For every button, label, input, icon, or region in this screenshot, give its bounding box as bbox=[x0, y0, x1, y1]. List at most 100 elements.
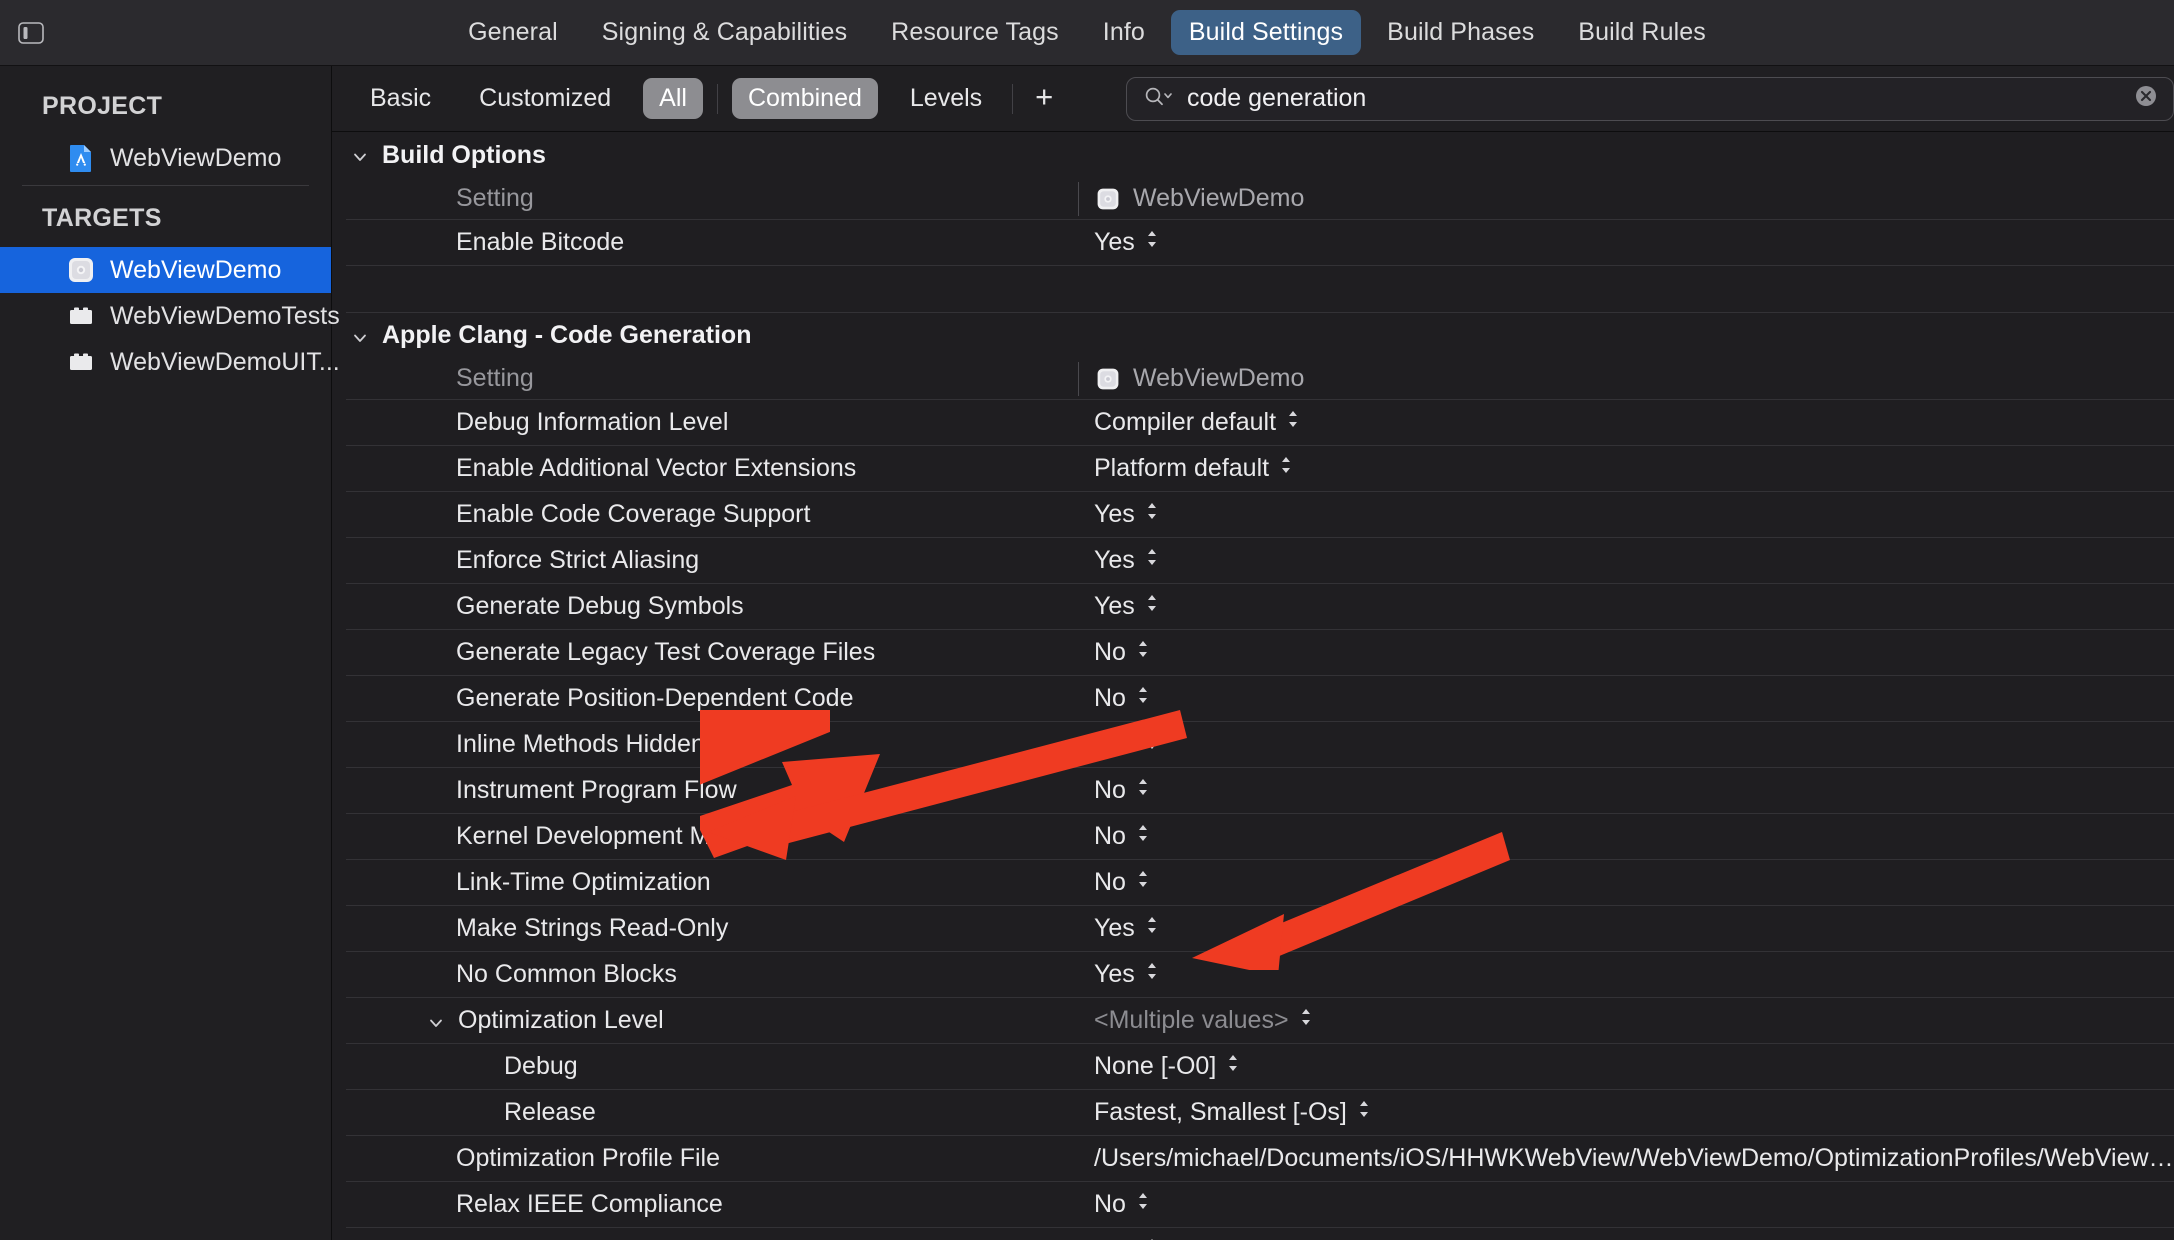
popup-stepper-icon[interactable] bbox=[1136, 776, 1150, 805]
section-header-apple-clang-code-generation[interactable]: Apple Clang - Code Generation bbox=[346, 312, 2174, 358]
app-target-icon bbox=[1095, 366, 1121, 392]
setting-value-cell[interactable]: No bbox=[1078, 868, 2174, 897]
setting-name-cell: Link-Time Optimization bbox=[456, 868, 711, 896]
popup-stepper-icon[interactable] bbox=[1286, 408, 1300, 437]
setting-value-cell[interactable]: None [-O0] bbox=[1078, 1052, 2174, 1081]
setting-value-cell[interactable]: Fastest, Smallest [-Os] bbox=[1078, 1098, 2174, 1127]
chevron-down-icon[interactable] bbox=[350, 326, 370, 346]
table-row[interactable]: Release Fastest, Smallest [-Os] bbox=[346, 1090, 2174, 1136]
tab-resource-tags[interactable]: Resource Tags bbox=[873, 10, 1077, 55]
table-row[interactable]: Enforce Strict Aliasing Yes bbox=[346, 538, 2174, 584]
setting-value-cell[interactable]: <Multiple values> bbox=[1078, 1006, 2174, 1035]
table-row[interactable]: Enable Bitcode Yes bbox=[346, 220, 2174, 266]
table-row[interactable]: Enable Additional Vector Extensions Platf… bbox=[346, 446, 2174, 492]
chevron-down-icon[interactable] bbox=[350, 145, 370, 165]
table-row[interactable]: Debug None [-O0] bbox=[346, 1044, 2174, 1090]
popup-stepper-icon[interactable] bbox=[1357, 1098, 1371, 1127]
popup-stepper-icon[interactable] bbox=[1145, 914, 1159, 943]
table-row[interactable]: Enable Code Coverage Support Yes bbox=[346, 492, 2174, 538]
setting-value-cell[interactable]: Yes bbox=[1078, 914, 2174, 943]
popup-stepper-icon[interactable] bbox=[1145, 592, 1159, 621]
setting-value-cell[interactable]: Yes bbox=[1078, 730, 2174, 759]
popup-stepper-icon[interactable] bbox=[1299, 1006, 1313, 1035]
setting-value-label: No bbox=[1094, 822, 1126, 850]
column-header-row: Setting WebViewDemo bbox=[346, 178, 2174, 220]
sidebar-item-target-webviewdemouitests[interactable]: WebViewDemoUIT... bbox=[0, 339, 340, 385]
popup-stepper-icon[interactable] bbox=[1145, 1236, 1159, 1240]
column-header-target: WebViewDemo bbox=[1079, 184, 2174, 213]
setting-value-cell[interactable]: No bbox=[1078, 776, 2174, 805]
chevron-down-icon[interactable] bbox=[426, 1011, 446, 1031]
popup-stepper-icon[interactable] bbox=[1145, 546, 1159, 575]
tab-general[interactable]: General bbox=[450, 10, 576, 55]
filter-combined-button[interactable]: Combined bbox=[731, 78, 878, 119]
table-row[interactable]: Make Strings Read-Only Yes bbox=[346, 906, 2174, 952]
sidebar-item-target-webviewdemotests[interactable]: WebViewDemoTests bbox=[0, 293, 340, 339]
popup-stepper-icon[interactable] bbox=[1136, 684, 1150, 713]
popup-stepper-icon[interactable] bbox=[1145, 960, 1159, 989]
setting-value-cell[interactable]: Yes bbox=[1078, 592, 2174, 621]
filter-basic-button[interactable]: Basic bbox=[354, 78, 447, 119]
table-row[interactable]: Statics are Thread-Safe Yes bbox=[346, 1228, 2174, 1240]
setting-value-cell[interactable]: /Users/michael/Documents/iOS/HHWKWebView… bbox=[1078, 1144, 2174, 1173]
setting-value-cell[interactable]: Yes bbox=[1078, 546, 2174, 575]
setting-name-cell: Enable Code Coverage Support bbox=[456, 500, 811, 528]
popup-stepper-icon[interactable] bbox=[1136, 1190, 1150, 1219]
table-row[interactable]: Inline Methods Hidden Yes bbox=[346, 722, 2174, 768]
table-row[interactable]: Debug Information Level Compiler default bbox=[346, 400, 2174, 446]
tab-build-rules[interactable]: Build Rules bbox=[1560, 10, 1724, 55]
popup-stepper-icon[interactable] bbox=[1145, 228, 1159, 257]
setting-value-cell[interactable]: No bbox=[1078, 638, 2174, 667]
tab-info[interactable]: Info bbox=[1085, 10, 1163, 55]
sidebar-item-project-webviewdemo[interactable]: WebViewDemo bbox=[0, 135, 331, 181]
tab-signing-capabilities[interactable]: Signing & Capabilities bbox=[584, 10, 865, 55]
app-target-icon bbox=[1095, 186, 1121, 212]
filter-divider bbox=[1012, 83, 1014, 114]
setting-value[interactable]: Yes bbox=[1078, 228, 2174, 257]
setting-value-cell[interactable]: Yes bbox=[1078, 960, 2174, 989]
setting-value-cell[interactable]: Platform default bbox=[1078, 454, 2174, 483]
table-row[interactable]: No Common Blocks Yes bbox=[346, 952, 2174, 998]
setting-value-cell[interactable]: Compiler default bbox=[1078, 408, 2174, 437]
filter-customized-button[interactable]: Customized bbox=[463, 78, 627, 119]
tab-build-phases[interactable]: Build Phases bbox=[1369, 10, 1552, 55]
table-row[interactable]: Generate Position-Dependent Code No bbox=[346, 676, 2174, 722]
popup-stepper-icon[interactable] bbox=[1279, 454, 1293, 483]
filter-all-button[interactable]: All bbox=[643, 78, 703, 119]
section-header-build-options[interactable]: Build Options bbox=[346, 132, 2174, 178]
popup-stepper-icon[interactable] bbox=[1136, 638, 1150, 667]
search-field[interactable] bbox=[1126, 76, 2174, 121]
sidebar-item-target-webviewdemo[interactable]: WebViewDemo bbox=[0, 247, 331, 293]
tab-build-settings[interactable]: Build Settings bbox=[1170, 10, 1362, 55]
popup-stepper-icon[interactable] bbox=[1145, 730, 1159, 759]
table-row[interactable]: Kernel Development Mode No bbox=[346, 814, 2174, 860]
setting-value-cell[interactable]: No bbox=[1078, 684, 2174, 713]
popup-stepper-icon[interactable] bbox=[1136, 822, 1150, 851]
popup-stepper-icon[interactable] bbox=[1145, 500, 1159, 529]
search-input[interactable] bbox=[1187, 84, 2119, 113]
clear-icon[interactable] bbox=[2133, 83, 2159, 114]
table-row[interactable]: Relax IEEE Compliance No bbox=[346, 1182, 2174, 1228]
build-settings-table[interactable]: Build Options Setting WebViewDemo Enable… bbox=[332, 132, 2174, 1240]
popup-stepper-icon[interactable] bbox=[1226, 1052, 1240, 1081]
setting-value-cell[interactable]: No bbox=[1078, 822, 2174, 851]
setting-value-cell[interactable]: Yes bbox=[1078, 500, 2174, 529]
setting-value-cell[interactable]: Yes bbox=[1078, 1236, 2174, 1240]
setting-name-cell: Kernel Development Mode bbox=[456, 822, 752, 850]
add-build-setting-button[interactable]: + bbox=[1019, 81, 1069, 112]
table-row[interactable]: Generate Legacy Test Coverage Files No bbox=[346, 630, 2174, 676]
table-row[interactable]: Link-Time Optimization No bbox=[346, 860, 2174, 906]
table-row[interactable]: Optimization Level <Multiple values> bbox=[346, 998, 2174, 1044]
column-header-row: Setting WebViewDemo bbox=[346, 358, 2174, 400]
popup-stepper-icon[interactable] bbox=[1136, 868, 1150, 897]
search-container bbox=[1126, 76, 2174, 121]
table-row[interactable]: Instrument Program Flow No bbox=[346, 768, 2174, 814]
filter-levels-button[interactable]: Levels bbox=[894, 78, 998, 119]
build-settings-pane: Basic Customized All Combined Levels + c… bbox=[332, 66, 2174, 1240]
setting-value-cell[interactable]: No bbox=[1078, 1190, 2174, 1219]
table-row[interactable]: Optimization Profile File/Users/michael/… bbox=[346, 1136, 2174, 1182]
xcode-project-editor: General Signing & Capabilities Resource … bbox=[0, 0, 2174, 1240]
sidebar-toggle-icon[interactable] bbox=[14, 18, 48, 48]
table-row[interactable]: Generate Debug Symbols Yes bbox=[346, 584, 2174, 630]
search-icon[interactable] bbox=[1143, 85, 1173, 112]
